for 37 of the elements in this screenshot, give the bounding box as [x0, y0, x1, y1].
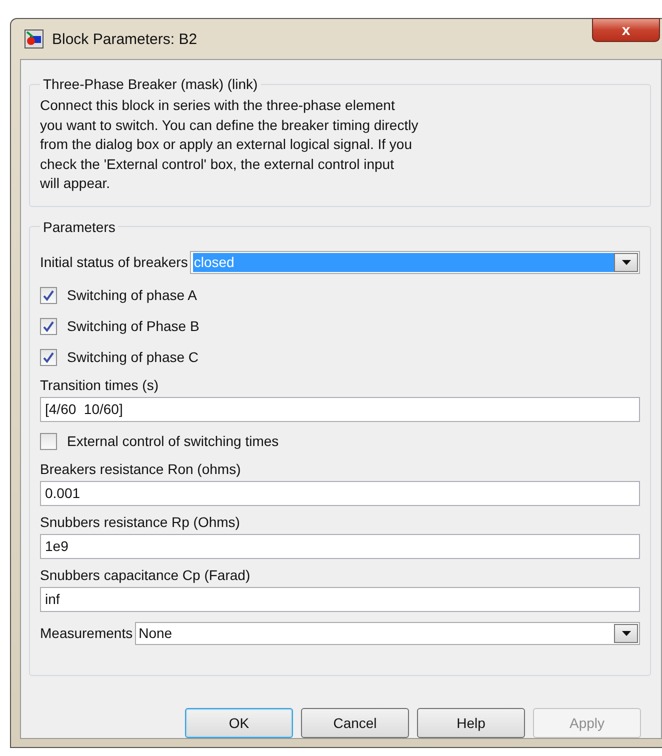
- checkbox[interactable]: [40, 318, 57, 334]
- dialog-button[interactable]: OK: [185, 708, 293, 738]
- input-field[interactable]: 0.001: [40, 480, 640, 506]
- checkbox[interactable]: [40, 432, 57, 450]
- input-field[interactable]: [4/60 10/60]: [40, 396, 640, 422]
- input-field[interactable]: inf: [40, 586, 640, 612]
- checkbox[interactable]: [40, 348, 57, 366]
- checkmark-icon: [43, 290, 54, 300]
- dropdown-label: Initial status of breakers: [40, 254, 188, 270]
- description-text: Connect this block in series with the three-phase element you want to switch. You can define the breaker timing directly from the dialog box or apply an external logical signal. If you check the 'External control' box, the external control input will appear.: [40, 96, 420, 193]
- dialog-button[interactable]: Help: [417, 708, 525, 738]
- checkbox-label: Switching of phase C: [67, 349, 199, 365]
- dropdown-arrow-button[interactable]: [614, 252, 638, 272]
- dropdown-arrow-button[interactable]: [614, 624, 638, 642]
- block-icon: [24, 29, 44, 49]
- dropdown-value: None: [138, 624, 174, 642]
- checkmark-icon: [43, 352, 54, 362]
- dropdown-value: closed: [192, 252, 614, 272]
- dropdown-field[interactable]: None: [134, 622, 640, 644]
- caret-icon: [622, 630, 630, 636]
- window-title: Block Parameters: B2: [52, 30, 198, 48]
- checkbox-label: Switching of Phase B: [67, 318, 200, 334]
- checkbox-label: Switching of phase A: [67, 287, 197, 303]
- close-button[interactable]: x: [592, 18, 660, 42]
- caret-icon: [622, 260, 630, 264]
- checkbox[interactable]: [40, 286, 57, 304]
- field-label: Snubbers resistance Rp (Ohms): [40, 514, 241, 532]
- dialog-button[interactable]: Cancel: [301, 708, 409, 738]
- field-label: Snubbers capacitance Cp (Farad): [40, 566, 252, 585]
- group-heading: Parameters: [42, 218, 116, 234]
- checkmark-icon: [43, 320, 54, 332]
- checkbox-label: External control of switching times: [67, 433, 279, 449]
- input-field[interactable]: 1e9: [40, 534, 640, 558]
- dropdown-label: Measurements: [40, 625, 133, 641]
- group-heading: Three-Phase Breaker (mask) (link): [42, 76, 259, 92]
- field-label: Breakers resistance Ron (ohms): [40, 460, 242, 479]
- field-label: Transition times (s): [40, 376, 160, 395]
